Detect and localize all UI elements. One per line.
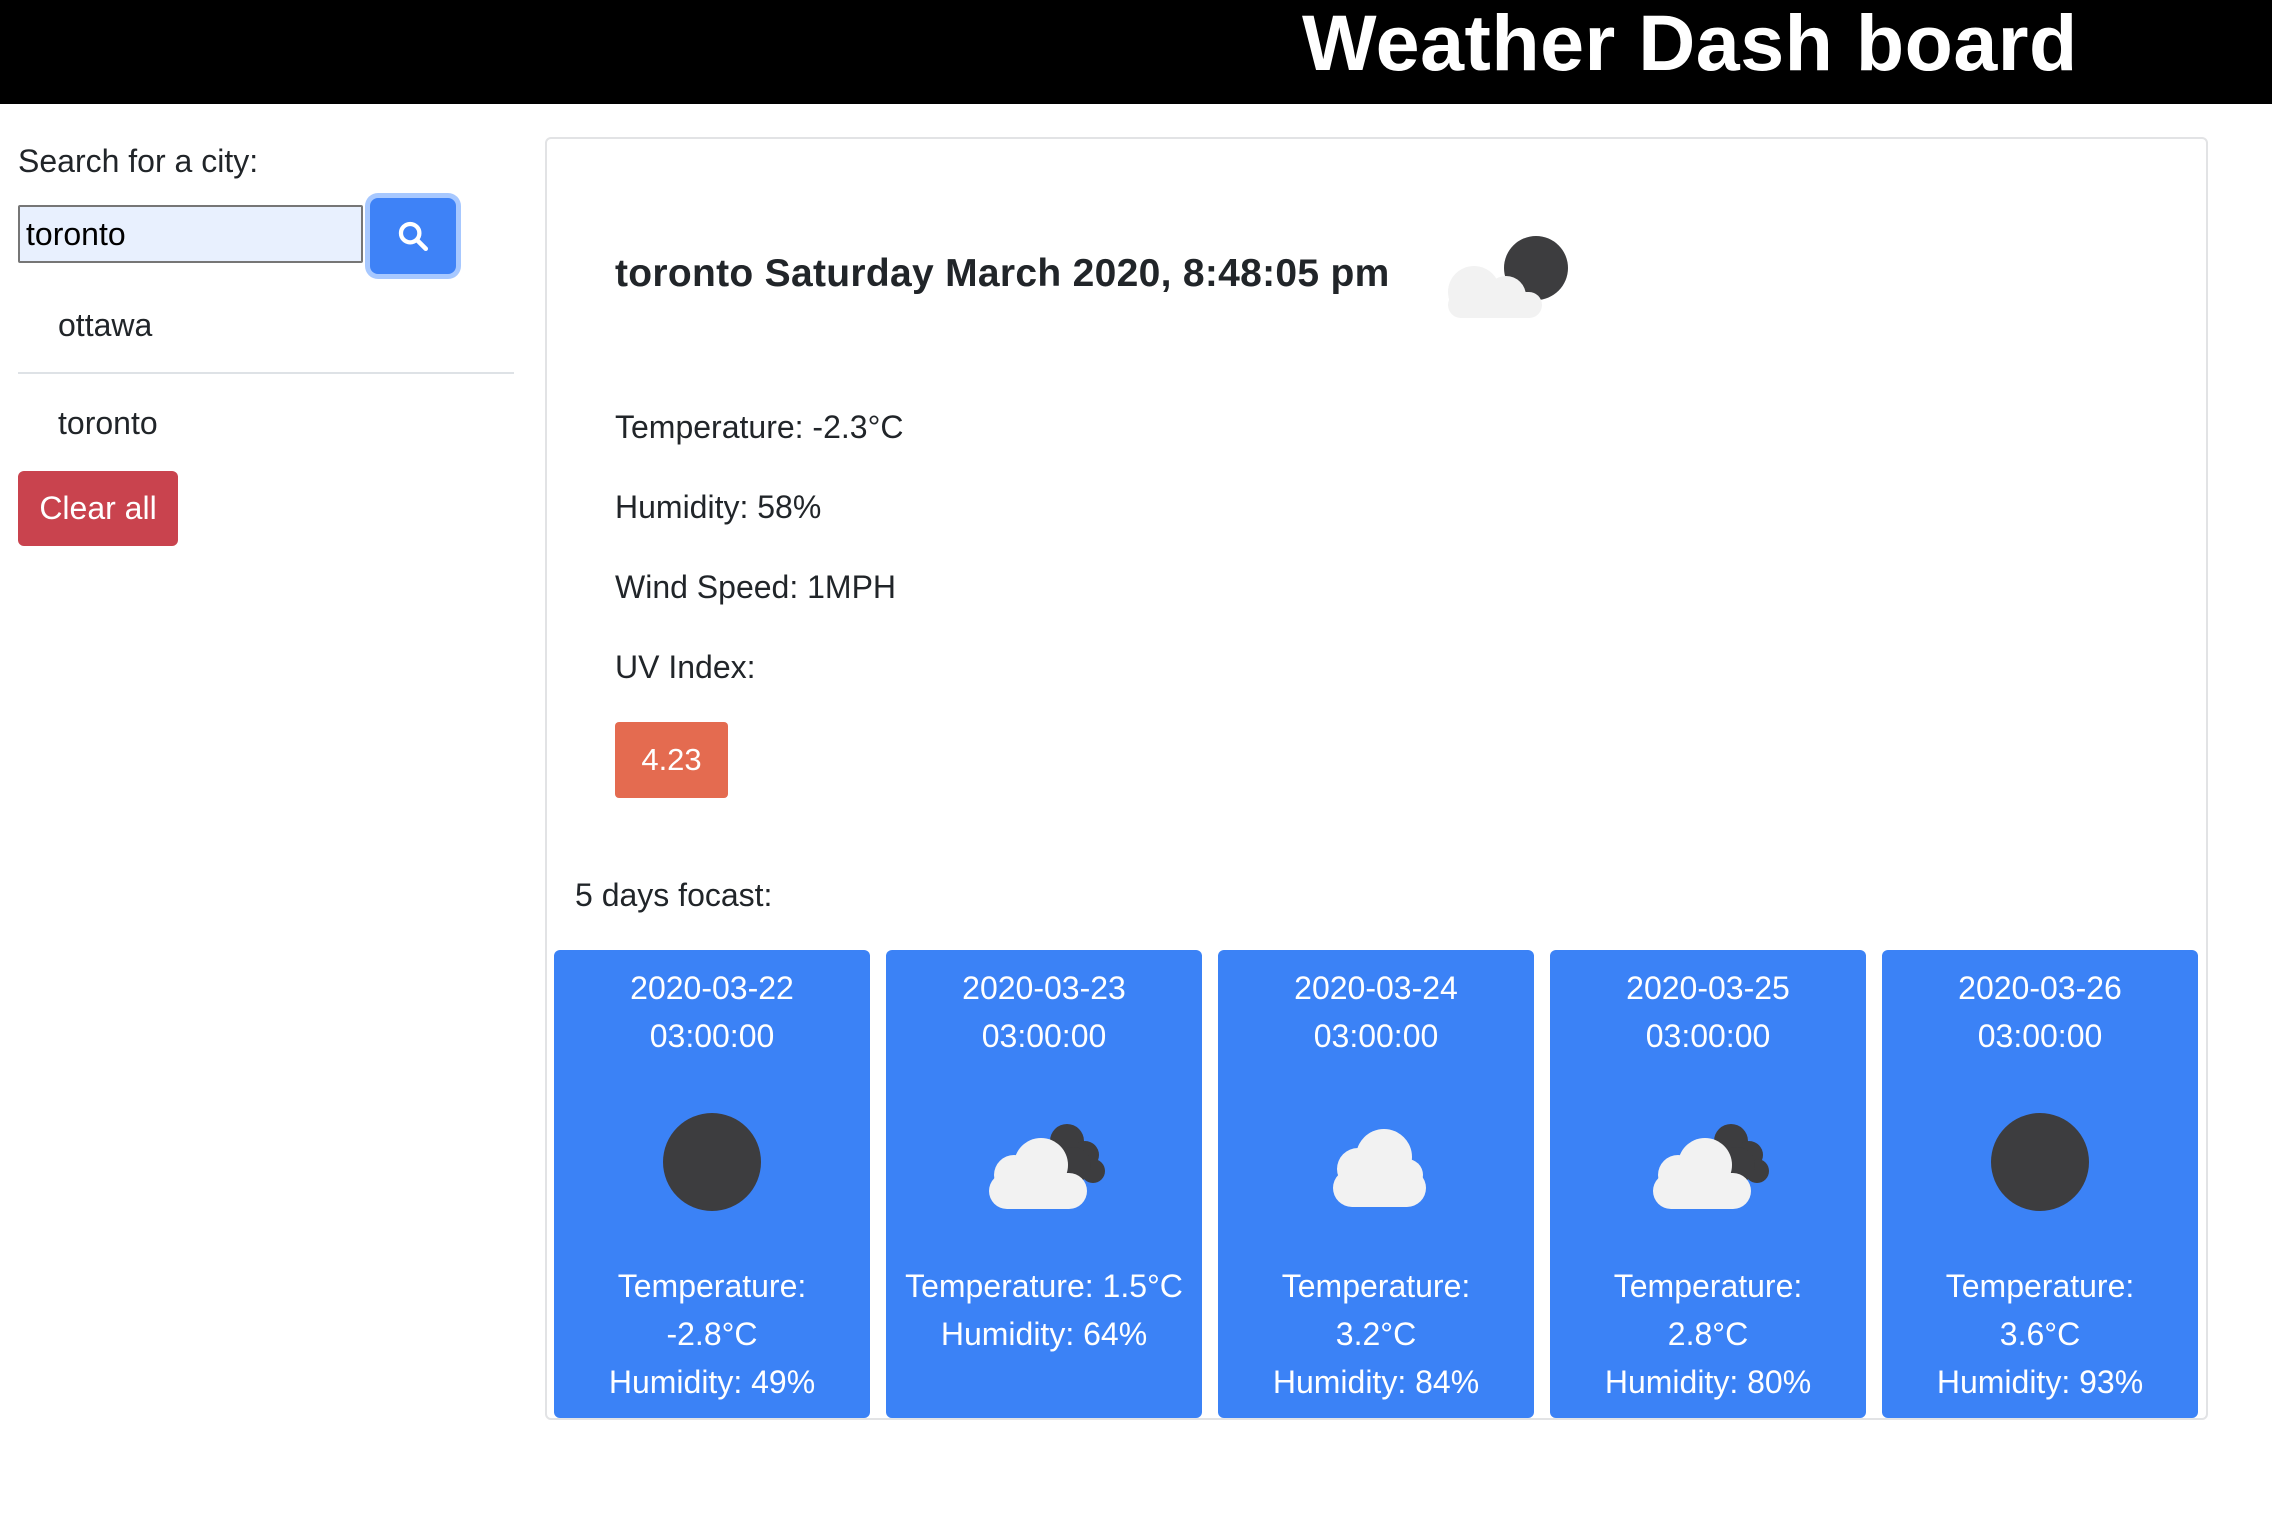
forecast-time: 03:00:00 xyxy=(981,1018,1107,1054)
forecast-card: 2020-03-25 03:00:00 Temperature: 2.8°C H… xyxy=(1550,950,1866,1418)
forecast-temperature-label: Temperature: xyxy=(905,1268,1094,1304)
uv-index-badge: 4.23 xyxy=(615,722,728,798)
page-title: Weather Dash board xyxy=(1302,0,2078,87)
city-search-input[interactable] xyxy=(18,205,363,263)
forecast-humidity: Humidity: 93% xyxy=(1936,1364,2144,1400)
current-weather-title: toronto Saturday March 2020, 8:48:05 pm xyxy=(615,252,1390,295)
forecast-card: 2020-03-22 03:00:00 Temperature: -2.8°C … xyxy=(554,950,870,1418)
app-header: Weather Dash board xyxy=(0,0,2272,104)
forecast-date: 2020-03-26 xyxy=(1958,970,2122,1006)
forecast-date: 2020-03-24 xyxy=(1294,970,1458,1006)
forecast-humidity: Humidity: 84% xyxy=(1272,1364,1480,1400)
history-item-toronto[interactable]: toronto xyxy=(18,405,514,441)
forecast-temperature-label: Temperature: xyxy=(617,1268,807,1304)
forecast-temperature-label: Temperature: xyxy=(1281,1268,1471,1304)
forecast-temperature-value: 3.6°C xyxy=(1999,1316,2081,1352)
forecast-temperature-value: -2.8°C xyxy=(666,1316,758,1352)
forecast-temperature-value: 1.5°C xyxy=(1102,1268,1183,1304)
cloudy-night-icon xyxy=(1653,1124,1769,1209)
cloud-icon xyxy=(1333,1129,1426,1207)
forecast-time: 03:00:00 xyxy=(1313,1018,1439,1054)
forecast-humidity: Humidity: 49% xyxy=(608,1364,816,1400)
search-button[interactable] xyxy=(370,198,456,274)
search-icon xyxy=(398,221,429,252)
forecast-card: 2020-03-26 03:00:00 Temperature: 3.6°C H… xyxy=(1882,950,2198,1418)
forecast-time: 03:00:00 xyxy=(1645,1018,1771,1054)
current-temperature: Temperature: -2.3°C xyxy=(615,409,904,445)
clear-night-icon xyxy=(663,1113,761,1211)
forecast-humidity: Humidity: 64% xyxy=(940,1316,1148,1352)
forecast-time: 03:00:00 xyxy=(1977,1018,2103,1054)
forecast-label: 5 days focast: xyxy=(575,877,773,913)
forecast-temperature-label: Temperature: xyxy=(1945,1268,2135,1304)
current-wind-speed: Wind Speed: 1MPH xyxy=(615,569,897,605)
forecast-card: 2020-03-23 03:00:00 Temperature: 1.5°C H… xyxy=(886,950,1202,1418)
forecast-temperature-label: Temperature: xyxy=(1613,1268,1803,1304)
forecast-date: 2020-03-25 xyxy=(1626,970,1790,1006)
forecast-date: 2020-03-23 xyxy=(962,970,1126,1006)
forecast-temperature-value: 3.2°C xyxy=(1335,1316,1417,1352)
search-label: Search for a city: xyxy=(18,143,259,179)
partly-cloudy-night-icon xyxy=(1448,236,1568,318)
uv-index-label: UV Index: xyxy=(615,649,756,685)
cloudy-night-icon xyxy=(989,1124,1105,1209)
clear-night-icon xyxy=(1991,1113,2089,1211)
forecast-card: 2020-03-24 03:00:00 Temperature: 3.2°C H… xyxy=(1218,950,1534,1418)
forecast-humidity: Humidity: 80% xyxy=(1604,1364,1812,1400)
history-divider xyxy=(18,372,514,374)
forecast-temperature-value: 2.8°C xyxy=(1667,1316,1749,1352)
current-humidity: Humidity: 58% xyxy=(615,489,822,525)
forecast-date: 2020-03-22 xyxy=(630,970,794,1006)
history-item-ottawa[interactable]: ottawa xyxy=(18,307,514,343)
clear-all-button[interactable]: Clear all xyxy=(18,471,178,546)
forecast-time: 03:00:00 xyxy=(649,1018,775,1054)
